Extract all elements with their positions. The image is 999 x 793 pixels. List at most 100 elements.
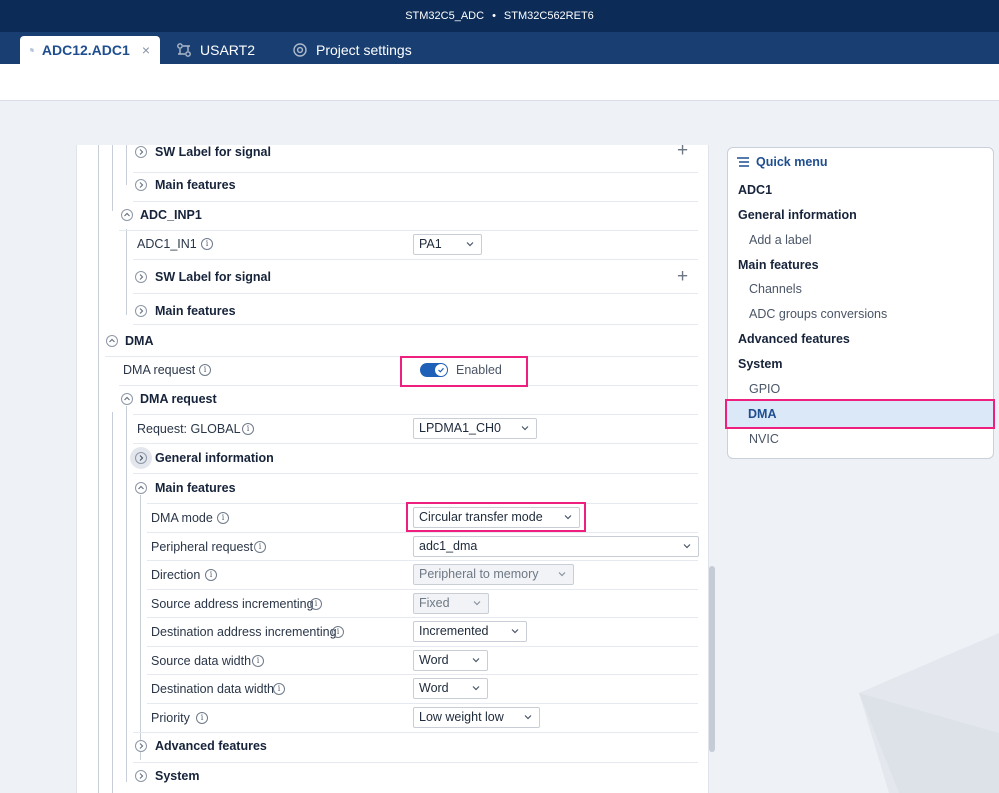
add-label-icon[interactable]: + [677, 145, 688, 160]
toolbar [0, 64, 999, 101]
field-label-priority: Priority [151, 711, 190, 725]
quick-menu-item-main-features[interactable]: Main features [738, 258, 819, 272]
expand-toggle-icon[interactable] [135, 146, 147, 158]
field-label-dma-mode: DMA mode [151, 511, 213, 525]
close-icon[interactable]: × [142, 42, 150, 58]
expand-toggle-icon[interactable] [135, 770, 147, 782]
quick-menu-item-advanced-features[interactable]: Advanced features [738, 332, 850, 346]
add-label-icon[interactable]: + [677, 267, 688, 286]
configuration-panel: SW Label for signal + Main features ADC_… [76, 145, 709, 793]
peripheral-request-value: adc1_dma [419, 539, 478, 553]
section-main-features[interactable]: Main features [155, 304, 236, 318]
section-sw-label-prev[interactable]: SW Label for signal [155, 145, 271, 159]
info-icon[interactable]: i [273, 683, 285, 695]
chevron-down-icon [524, 715, 532, 720]
quick-menu-item-dma[interactable]: DMA [725, 399, 995, 429]
quick-menu-item-nvic[interactable]: NVIC [749, 432, 779, 446]
quick-menu-item-general-information[interactable]: General information [738, 208, 857, 222]
section-dma-request[interactable]: DMA request [140, 392, 217, 406]
collapse-toggle-icon[interactable] [135, 482, 147, 494]
tab-label: USART2 [200, 42, 255, 58]
source-data-width-select[interactable]: Word [413, 650, 488, 671]
destination-address-incrementing-select[interactable]: Incremented [413, 621, 527, 642]
peripheral-icon [177, 43, 191, 57]
tab-adc12-adc1[interactable]: ADC12.ADC1 × [20, 36, 160, 64]
source-data-width-value: Word [419, 653, 449, 667]
request-global-label: Request: GLOBAL [137, 422, 241, 436]
field-label-source-data-width: Source data width [151, 654, 252, 668]
gear-icon [293, 43, 307, 57]
info-icon[interactable]: i [196, 712, 208, 724]
direction-value: Peripheral to memory [419, 567, 539, 581]
peripheral-request-select[interactable]: adc1_dma [413, 536, 699, 557]
chevron-down-icon [683, 544, 691, 549]
quick-menu-item-system[interactable]: System [738, 357, 782, 371]
section-system[interactable]: System [155, 769, 199, 783]
chevron-down-icon [466, 242, 474, 247]
highlight-box [406, 502, 586, 532]
info-icon[interactable]: i [254, 541, 266, 553]
destination-data-width-select[interactable]: Word [413, 678, 488, 699]
expand-toggle-icon[interactable] [135, 271, 147, 283]
collapse-toggle-icon[interactable] [121, 393, 133, 405]
quick-menu-item-adc1[interactable]: ADC1 [738, 183, 772, 197]
background-decoration [859, 633, 999, 793]
section-advanced-features[interactable]: Advanced features [155, 739, 267, 753]
section-dma[interactable]: DMA [125, 334, 153, 348]
info-icon[interactable]: i [242, 423, 254, 435]
section-dma-main-features[interactable]: Main features [155, 481, 236, 495]
title-separator: • [492, 10, 496, 22]
peripheral-icon [30, 48, 34, 52]
tab-project-settings[interactable]: Project settings [282, 36, 422, 64]
scrollbar-thumb[interactable] [709, 566, 715, 752]
info-icon[interactable]: i [199, 364, 211, 376]
expand-toggle-icon[interactable] [135, 740, 147, 752]
chevron-down-icon [472, 686, 480, 691]
field-label-peripheral-request: Peripheral request [151, 540, 254, 554]
chevron-down-icon [472, 658, 480, 663]
tab-usart2[interactable]: USART2 [166, 36, 265, 64]
section-adc-inp1[interactable]: ADC_INP1 [140, 208, 202, 222]
quick-menu-item-add-a-label[interactable]: Add a label [749, 233, 812, 247]
field-label-destination-address-incrementing: Destination address incrementing [151, 625, 337, 639]
chevron-down-icon [511, 629, 519, 634]
quick-menu-item-adc-groups-conversions[interactable]: ADC groups conversions [749, 307, 887, 321]
quick-menu-item-channels[interactable]: Channels [749, 282, 802, 296]
info-icon[interactable]: i [205, 569, 217, 581]
field-label-direction: Direction [151, 568, 201, 582]
quick-menu-header[interactable]: Quick menu [736, 155, 828, 169]
expand-toggle-icon[interactable] [135, 452, 147, 464]
title-bar: STM32C5_ADC • STM32C562RET6 [0, 0, 999, 32]
info-icon[interactable]: i [201, 238, 213, 250]
quick-menu-item-gpio[interactable]: GPIO [749, 382, 780, 396]
expand-toggle-icon[interactable] [135, 179, 147, 191]
quick-menu-title: Quick menu [756, 155, 828, 169]
request-global-select[interactable]: LPDMA1_CH0 [413, 418, 537, 439]
direction-select: Peripheral to memory [413, 564, 574, 585]
chevron-down-icon [521, 426, 529, 431]
project-name: STM32C5_ADC [405, 10, 485, 22]
collapse-toggle-icon[interactable] [121, 209, 133, 221]
info-icon[interactable]: i [332, 626, 344, 638]
pin-select[interactable]: PA1 [413, 234, 482, 255]
collapse-toggle-icon[interactable] [106, 335, 118, 347]
info-icon[interactable]: i [217, 512, 229, 524]
tab-bar: ADC12.ADC1 × USART2 Project settings [0, 32, 999, 64]
dma-request-label: DMA request [123, 363, 196, 377]
destination-data-width-value: Word [419, 681, 449, 695]
source-address-incrementing-value: Fixed [419, 596, 450, 610]
highlight-box [400, 356, 528, 387]
chevron-down-icon [558, 572, 566, 577]
info-icon[interactable]: i [252, 655, 264, 667]
tab-label: ADC12.ADC1 [41, 42, 130, 58]
section-main-features-prev[interactable]: Main features [155, 178, 236, 192]
priority-select[interactable]: Low weight low [413, 707, 540, 728]
pin-label: ADC1_IN1 [137, 237, 197, 251]
info-icon[interactable]: i [310, 598, 322, 610]
expand-toggle-icon[interactable] [135, 305, 147, 317]
device-name: STM32C562RET6 [503, 10, 594, 22]
quick-menu-item-dma-label: DMA [748, 407, 777, 421]
section-sw-label[interactable]: SW Label for signal [155, 270, 271, 284]
section-general-information[interactable]: General information [155, 451, 274, 465]
priority-value: Low weight low [419, 710, 504, 724]
